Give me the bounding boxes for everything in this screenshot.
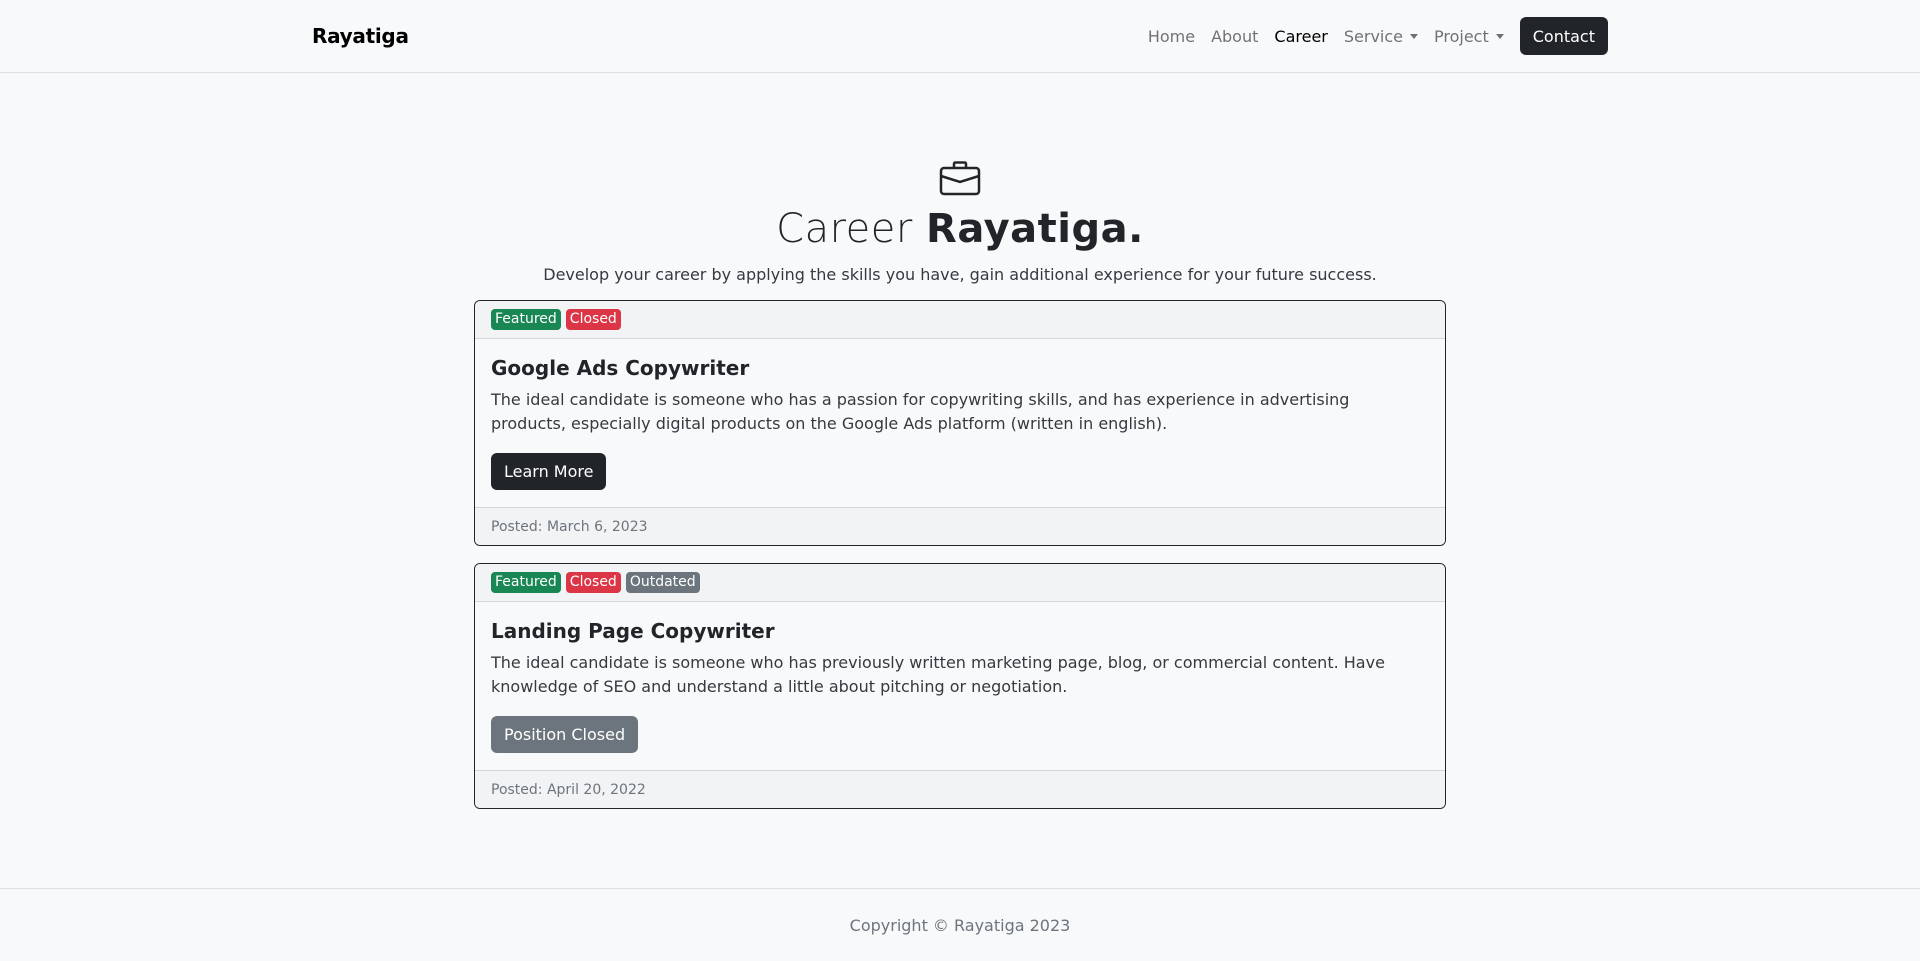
hero-section: Career Rayatiga. Develop your career by … — [0, 73, 1920, 284]
featured-badge: Featured — [491, 309, 561, 330]
briefcase-icon — [939, 161, 981, 196]
closed-badge: Closed — [565, 309, 621, 330]
copyright-text: Copyright © Rayatiga 2023 — [849, 915, 1071, 935]
page-title-light: Career — [776, 206, 927, 252]
page-title-bold: Rayatiga. — [926, 206, 1144, 252]
job-description: The ideal candidate is someone who has p… — [491, 653, 1385, 696]
navbar-inner: Rayatiga Home About Career Service Proje… — [312, 0, 1608, 72]
nav-link-home[interactable]: Home — [1140, 27, 1203, 46]
learn-more-button[interactable]: Learn More — [491, 453, 607, 490]
outdated-badge: Outdated — [625, 572, 700, 593]
nav-dropdown-project-label: Project — [1434, 26, 1489, 46]
nav-links: Home About Career Service Project Contac… — [1140, 0, 1608, 72]
page-footer: Copyright © Rayatiga 2023 — [0, 888, 1920, 961]
job-card-header: Featured Closed — [475, 301, 1445, 339]
job-title: Google Ads Copywriter — [491, 356, 750, 380]
job-description: The ideal candidate is someone who has a… — [491, 390, 1350, 433]
position-closed-button[interactable]: Position Closed — [491, 716, 639, 753]
nav-dropdown-service-label: Service — [1343, 26, 1403, 46]
navbar: Rayatiga Home About Career Service Proje… — [0, 0, 1920, 73]
caret-down-icon — [1410, 33, 1418, 39]
job-card-body: Google Ads Copywriter The ideal candidat… — [475, 339, 1445, 507]
job-card-header: Featured Closed Outdated — [475, 564, 1445, 602]
nav-dropdown-service[interactable]: Service — [1336, 27, 1426, 46]
featured-badge: Featured — [491, 572, 561, 593]
nav-link-career[interactable]: Career — [1266, 27, 1335, 46]
job-title: Landing Page Copywriter — [491, 619, 775, 643]
job-posted-date: Posted: April 20, 2022 — [475, 770, 1445, 808]
job-card: Featured Closed Outdated Landing Page Co… — [474, 563, 1446, 809]
nav-dropdown-project[interactable]: Project — [1426, 27, 1512, 46]
closed-badge: Closed — [565, 572, 621, 593]
contact-button[interactable]: Contact — [1519, 17, 1608, 55]
nav-link-about[interactable]: About — [1203, 27, 1266, 46]
job-card-body: Landing Page Copywriter The ideal candid… — [475, 602, 1445, 770]
job-posted-date: Posted: March 6, 2023 — [475, 507, 1445, 545]
job-card: Featured Closed Google Ads Copywriter Th… — [474, 300, 1446, 546]
caret-down-icon — [1495, 33, 1504, 39]
page-subtitle: Develop your career by applying the skil… — [543, 265, 1377, 284]
job-list: Featured Closed Google Ads Copywriter Th… — [474, 300, 1446, 809]
brand-logo[interactable]: Rayatiga — [312, 24, 409, 48]
page-title: Career Rayatiga. — [0, 205, 1920, 253]
